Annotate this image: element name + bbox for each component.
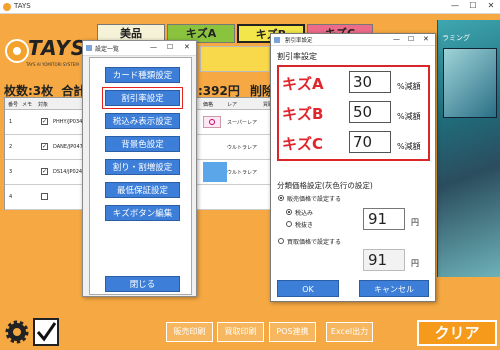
- search-strip[interactable]: [200, 46, 270, 72]
- background-color-settings-button[interactable]: 背景色設定: [105, 136, 180, 152]
- pos-link-button[interactable]: POS連携: [269, 322, 316, 342]
- settings-list-window: 設定一覧 — ☐ ✕ カード種類設定 割引率設定 税込み表示設定 背景色設定 割…: [82, 40, 197, 297]
- maximize-button[interactable]: ☐: [466, 1, 480, 13]
- kizu-b-unit: %減額: [397, 112, 421, 121]
- checkmark-icon[interactable]: [33, 318, 59, 346]
- row-checkbox[interactable]: ✓: [41, 118, 48, 125]
- kizu-button-edit-button[interactable]: キズボタン編集: [105, 205, 180, 221]
- tax-in-radio[interactable]: [286, 209, 292, 215]
- row-checkbox[interactable]: ✓: [41, 168, 48, 175]
- col-number: 番号: [8, 102, 19, 108]
- app-titlebar: TAYS — ☐ ✕: [0, 0, 500, 14]
- minimize-icon[interactable]: —: [150, 43, 157, 51]
- excel-export-button[interactable]: Excel出力: [326, 322, 373, 342]
- col-rarity: レア: [227, 102, 238, 108]
- buy-print-button[interactable]: 買取印刷: [217, 322, 264, 342]
- ok-button[interactable]: OK: [277, 280, 339, 297]
- card-rarity: ウルトラレア: [227, 170, 258, 176]
- clear-button[interactable]: クリア: [417, 320, 497, 346]
- kizu-a-unit: %減額: [397, 82, 421, 91]
- tays-logo: TAYS TAYS AI YOMITORI SYSTEM: [4, 30, 94, 74]
- close-icon[interactable]: ✕: [184, 43, 190, 51]
- logo-subtext: TAYS AI YOMITORI SYSTEM: [26, 62, 79, 67]
- col-target: 対象: [38, 102, 49, 108]
- sales-print-button[interactable]: 販売印刷: [166, 322, 213, 342]
- app-icon: [3, 3, 11, 11]
- tax-out-label: 税抜き: [295, 222, 314, 229]
- window-icon: [274, 37, 280, 43]
- card-code: DANE/JP047: [53, 144, 83, 150]
- kizu-a-label: キズA: [282, 75, 324, 93]
- card-code: DS14/JP024: [53, 169, 83, 175]
- card-preview-label: ラミング: [442, 34, 470, 42]
- total-amount: :392円: [198, 84, 240, 98]
- settings-list-title: 設定一覧: [95, 46, 120, 53]
- minimize-icon[interactable]: —: [393, 35, 400, 43]
- tax-display-settings-button[interactable]: 税込み表示設定: [105, 113, 180, 129]
- close-button[interactable]: ✕: [484, 1, 498, 13]
- minimum-guarantee-settings-button[interactable]: 最低保証設定: [105, 182, 180, 198]
- sell-price-input[interactable]: 91: [363, 208, 405, 230]
- close-icon[interactable]: ✕: [423, 35, 429, 43]
- row-checkbox[interactable]: [41, 193, 48, 200]
- buy-price-input[interactable]: 91: [363, 249, 405, 271]
- discount-heading: 割引率設定: [277, 52, 317, 61]
- discount-rate-settings-button[interactable]: 割引率設定: [105, 90, 180, 106]
- col-memo: メモ: [22, 102, 33, 108]
- window-icon: [86, 45, 92, 51]
- row-checkbox[interactable]: ✓: [41, 143, 48, 150]
- kizu-b-rate-input[interactable]: 50: [349, 101, 391, 123]
- tax-in-label: 税込み: [295, 210, 314, 217]
- buy-price-label: 買取価格で設定する: [287, 239, 342, 246]
- logo-text: TAYS: [28, 36, 87, 60]
- discount-rate-dialog: 割引率設定 — ☐ ✕ 割引率設定 キズA 30 %減額 キズB 50 %減額 …: [270, 33, 436, 302]
- discount-rates-group: キズA 30 %減額 キズB 50 %減額 キズC 70 %減額: [277, 65, 430, 161]
- settings-list-body: カード種類設定 割引率設定 税込み表示設定 背景色設定 割り・割増設定 最低保証…: [89, 57, 192, 295]
- cancel-button[interactable]: キャンセル: [359, 280, 429, 297]
- gear-settings-icon[interactable]: [4, 318, 30, 346]
- card-count: 枚数:3枚: [4, 84, 54, 98]
- card-rarity: スーパーレア: [227, 120, 257, 126]
- minimize-button[interactable]: —: [448, 1, 462, 13]
- kizu-c-rate-input[interactable]: 70: [349, 131, 391, 153]
- settings-list-titlebar: 設定一覧 — ☐ ✕: [83, 41, 196, 56]
- card-rarity: ウルトラレア: [227, 145, 258, 151]
- tax-out-radio[interactable]: [286, 221, 292, 227]
- card-type-settings-button[interactable]: カード種類設定: [105, 67, 180, 83]
- discount-dialog-titlebar: 割引率設定 — ☐ ✕: [271, 34, 435, 46]
- category-price-heading: 分類価格設定(灰色行の設定): [277, 181, 373, 190]
- close-settings-button[interactable]: 閉じる: [105, 276, 180, 292]
- card-code: PHHY/JP034: [53, 119, 83, 125]
- app-title: TAYS: [14, 2, 31, 10]
- kizu-c-label: キズC: [282, 135, 324, 153]
- maximize-icon[interactable]: ☐: [408, 35, 414, 43]
- sell-yen-label: 円: [411, 218, 419, 227]
- discount-dialog-title: 割引率設定: [285, 38, 313, 44]
- col-price: 価格: [203, 102, 214, 108]
- card-preview-image: ラミング: [437, 20, 500, 277]
- maximize-icon[interactable]: ☐: [167, 43, 173, 51]
- discount-surcharge-settings-button[interactable]: 割り・割増設定: [105, 159, 180, 175]
- kizu-a-rate-input[interactable]: 30: [349, 71, 391, 93]
- sell-price-label: 販売価格で設定する: [287, 196, 342, 203]
- sell-price-radio[interactable]: [278, 195, 284, 201]
- buy-price-radio[interactable]: [278, 238, 284, 244]
- kizu-b-label: キズB: [282, 105, 324, 123]
- buy-yen-label: 円: [411, 259, 419, 268]
- kizu-c-unit: %減額: [397, 142, 421, 151]
